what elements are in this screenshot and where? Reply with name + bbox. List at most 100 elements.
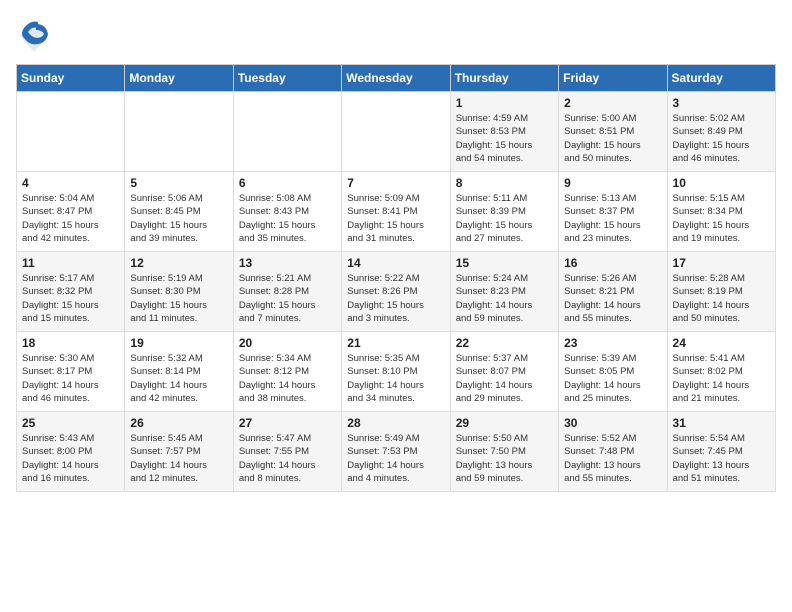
calendar-cell: 16 Sunrise: 5:26 AMSunset: 8:21 PMDayligh… [559, 252, 667, 332]
day-number: 1 [456, 96, 553, 110]
calendar-cell: 31 Sunrise: 5:54 AMSunset: 7:45 PMDayligh… [667, 412, 775, 492]
calendar-cell: 17Sunrise: 5:28 AMSunset: 8:19 PMDayligh… [667, 252, 775, 332]
day-info: Sunrise: 5:41 AMSunset: 8:02 PMDaylight:… [673, 352, 770, 405]
calendar-cell: 23Sunrise: 5:39 AMSunset: 8:05 PMDayligh… [559, 332, 667, 412]
day-number: 20 [239, 336, 336, 350]
calendar-cell: 26 Sunrise: 5:45 AMSunset: 7:57 PMDayligh… [125, 412, 233, 492]
calendar-cell: 5 Sunrise: 5:06 AMSunset: 8:45 PMDaylight… [125, 172, 233, 252]
calendar-header-row: SundayMondayTuesdayWednesdayThursdayFrid… [17, 65, 776, 92]
calendar-week-row: 18 Sunrise: 5:30 AMSunset: 8:17 PMDayligh… [17, 332, 776, 412]
day-number: 30 [564, 416, 661, 430]
day-info: Sunrise: 5:04 AMSunset: 8:47 PMDaylight:… [22, 192, 119, 245]
calendar-cell: 30 Sunrise: 5:52 AMSunset: 7:48 PMDayligh… [559, 412, 667, 492]
calendar-week-row: 11 Sunrise: 5:17 AMSunset: 8:32 PMDayligh… [17, 252, 776, 332]
day-info: Sunrise: 5:37 AMSunset: 8:07 PMDaylight:… [456, 352, 553, 405]
day-info: Sunrise: 5:26 AMSunset: 8:21 PMDaylight:… [564, 272, 661, 325]
day-number: 16 [564, 256, 661, 270]
calendar-cell [233, 92, 341, 172]
day-number: 10 [673, 176, 770, 190]
day-number: 13 [239, 256, 336, 270]
calendar-cell: 11 Sunrise: 5:17 AMSunset: 8:32 PMDayligh… [17, 252, 125, 332]
day-number: 29 [456, 416, 553, 430]
day-info: Sunrise: 5:50 AMSunset: 7:50 PMDaylight:… [456, 432, 553, 485]
day-info: Sunrise: 5:54 AMSunset: 7:45 PMDaylight:… [673, 432, 770, 485]
day-number: 12 [130, 256, 227, 270]
calendar-week-row: 25 Sunrise: 5:43 AMSunset: 8:00 PMDayligh… [17, 412, 776, 492]
day-number: 6 [239, 176, 336, 190]
day-number: 31 [673, 416, 770, 430]
col-header-thursday: Thursday [450, 65, 558, 92]
day-info: Sunrise: 5:24 AMSunset: 8:23 PMDaylight:… [456, 272, 553, 325]
calendar-cell [125, 92, 233, 172]
day-info: Sunrise: 5:35 AMSunset: 8:10 PMDaylight:… [347, 352, 444, 405]
day-info: Sunrise: 5:09 AMSunset: 8:41 PMDaylight:… [347, 192, 444, 245]
day-number: 28 [347, 416, 444, 430]
day-number: 19 [130, 336, 227, 350]
day-number: 15 [456, 256, 553, 270]
col-header-monday: Monday [125, 65, 233, 92]
calendar-cell: 2 Sunrise: 5:00 AMSunset: 8:51 PMDaylight… [559, 92, 667, 172]
day-number: 5 [130, 176, 227, 190]
day-info: Sunrise: 5:13 AMSunset: 8:37 PMDaylight:… [564, 192, 661, 245]
day-number: 26 [130, 416, 227, 430]
page-header [16, 16, 776, 52]
logo [16, 16, 56, 52]
day-info: Sunrise: 5:45 AMSunset: 7:57 PMDaylight:… [130, 432, 227, 485]
calendar-cell: 29 Sunrise: 5:50 AMSunset: 7:50 PMDayligh… [450, 412, 558, 492]
day-info: Sunrise: 5:06 AMSunset: 8:45 PMDaylight:… [130, 192, 227, 245]
calendar-cell: 10 Sunrise: 5:15 AMSunset: 8:34 PMDayligh… [667, 172, 775, 252]
day-number: 14 [347, 256, 444, 270]
col-header-sunday: Sunday [17, 65, 125, 92]
day-number: 9 [564, 176, 661, 190]
day-info: Sunrise: 5:43 AMSunset: 8:00 PMDaylight:… [22, 432, 119, 485]
day-info: Sunrise: 5:08 AMSunset: 8:43 PMDaylight:… [239, 192, 336, 245]
day-info: Sunrise: 5:30 AMSunset: 8:17 PMDaylight:… [22, 352, 119, 405]
day-number: 2 [564, 96, 661, 110]
day-number: 24 [673, 336, 770, 350]
calendar-cell: 7 Sunrise: 5:09 AMSunset: 8:41 PMDaylight… [342, 172, 450, 252]
calendar-cell: 24 Sunrise: 5:41 AMSunset: 8:02 PMDayligh… [667, 332, 775, 412]
logo-icon [16, 16, 52, 52]
day-info: Sunrise: 5:49 AMSunset: 7:53 PMDaylight:… [347, 432, 444, 485]
day-info: Sunrise: 5:39 AMSunset: 8:05 PMDaylight:… [564, 352, 661, 405]
day-info: Sunrise: 5:19 AMSunset: 8:30 PMDaylight:… [130, 272, 227, 325]
day-number: 27 [239, 416, 336, 430]
day-number: 4 [22, 176, 119, 190]
calendar-cell: 18 Sunrise: 5:30 AMSunset: 8:17 PMDayligh… [17, 332, 125, 412]
calendar-cell: 21 Sunrise: 5:35 AMSunset: 8:10 PMDayligh… [342, 332, 450, 412]
day-number: 21 [347, 336, 444, 350]
calendar-table: SundayMondayTuesdayWednesdayThursdayFrid… [16, 64, 776, 492]
day-info: Sunrise: 5:11 AMSunset: 8:39 PMDaylight:… [456, 192, 553, 245]
calendar-cell: 25 Sunrise: 5:43 AMSunset: 8:00 PMDayligh… [17, 412, 125, 492]
calendar-cell: 14 Sunrise: 5:22 AMSunset: 8:26 PMDayligh… [342, 252, 450, 332]
calendar-cell: 12 Sunrise: 5:19 AMSunset: 8:30 PMDayligh… [125, 252, 233, 332]
calendar-cell: 15 Sunrise: 5:24 AMSunset: 8:23 PMDayligh… [450, 252, 558, 332]
calendar-cell: 6 Sunrise: 5:08 AMSunset: 8:43 PMDaylight… [233, 172, 341, 252]
day-number: 22 [456, 336, 553, 350]
calendar-cell: 20 Sunrise: 5:34 AMSunset: 8:12 PMDayligh… [233, 332, 341, 412]
day-number: 18 [22, 336, 119, 350]
day-info: Sunrise: 5:15 AMSunset: 8:34 PMDaylight:… [673, 192, 770, 245]
calendar-cell [342, 92, 450, 172]
day-number: 8 [456, 176, 553, 190]
day-info: Sunrise: 5:32 AMSunset: 8:14 PMDaylight:… [130, 352, 227, 405]
day-info: Sunrise: 5:00 AMSunset: 8:51 PMDaylight:… [564, 112, 661, 165]
day-number: 7 [347, 176, 444, 190]
calendar-cell: 19 Sunrise: 5:32 AMSunset: 8:14 PMDayligh… [125, 332, 233, 412]
day-info: Sunrise: 5:34 AMSunset: 8:12 PMDaylight:… [239, 352, 336, 405]
calendar-week-row: 4 Sunrise: 5:04 AMSunset: 8:47 PMDaylight… [17, 172, 776, 252]
calendar-cell: 28 Sunrise: 5:49 AMSunset: 7:53 PMDayligh… [342, 412, 450, 492]
day-info: Sunrise: 5:17 AMSunset: 8:32 PMDaylight:… [22, 272, 119, 325]
day-info: Sunrise: 5:52 AMSunset: 7:48 PMDaylight:… [564, 432, 661, 485]
day-number: 25 [22, 416, 119, 430]
calendar-cell: 3Sunrise: 5:02 AMSunset: 8:49 PMDaylight… [667, 92, 775, 172]
day-number: 3 [673, 96, 770, 110]
day-info: Sunrise: 5:22 AMSunset: 8:26 PMDaylight:… [347, 272, 444, 325]
day-info: Sunrise: 5:28 AMSunset: 8:19 PMDaylight:… [673, 272, 770, 325]
day-info: Sunrise: 5:21 AMSunset: 8:28 PMDaylight:… [239, 272, 336, 325]
day-info: Sunrise: 5:47 AMSunset: 7:55 PMDaylight:… [239, 432, 336, 485]
calendar-cell: 1Sunrise: 4:59 AMSunset: 8:53 PMDaylight… [450, 92, 558, 172]
day-number: 11 [22, 256, 119, 270]
calendar-week-row: 1Sunrise: 4:59 AMSunset: 8:53 PMDaylight… [17, 92, 776, 172]
col-header-friday: Friday [559, 65, 667, 92]
